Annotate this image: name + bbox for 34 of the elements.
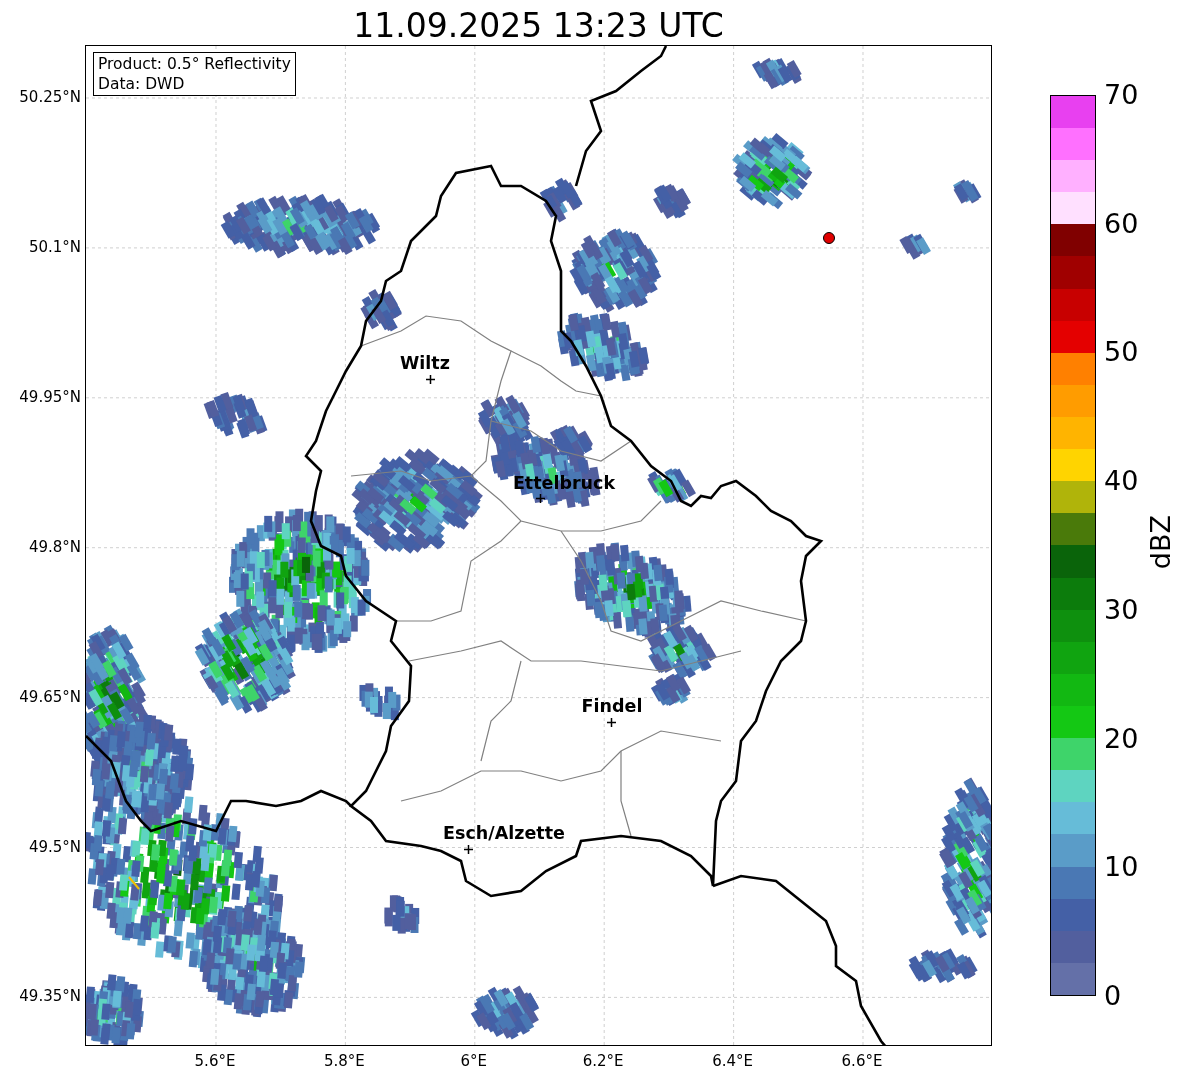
city-marker-icon [606,717,616,727]
colorbar-label: dBZ [1145,515,1177,570]
latitude-label: 49.8°N [28,537,81,556]
info-text: Data: DWD [98,74,186,94]
latitude-label: 49.35°N [19,987,81,1006]
city-marker-icon [463,844,473,854]
latitude-label: 49.5°N [28,837,81,856]
chart-title: 11.09.2025 13:23 UTC [352,5,725,47]
longitude-label: 6.6°E [841,1052,883,1070]
latitude-label: 49.95°N [19,387,81,406]
longitude-label: 6.4°E [712,1052,753,1070]
city-marker-icon [535,493,545,503]
colorbar-tick-label: 30 [1104,594,1139,625]
radar-site-marker [823,232,835,244]
colorbar-tick-label: 50 [1104,337,1139,368]
echo-streak [128,876,140,890]
city-label: Wiltz [400,352,450,374]
longitude-label: 5.6°E [194,1052,236,1070]
city-label: Esch/Alzette [443,822,565,844]
colorbar-tick-label: 70 [1104,80,1139,110]
latitude-label: 50.25°N [19,88,81,106]
colorbar-tick-label: 40 [1104,466,1139,497]
latitude-label: 50.1°N [28,237,81,256]
city-marker-icon [425,374,435,384]
colorbar-tick-label: 0 [1104,981,1122,1011]
longitude-label: 6°E [460,1052,488,1070]
longitude-label: 6.2°E [582,1052,624,1070]
city-label: Findel [581,695,643,717]
longitude-label: 5.8°E [323,1052,365,1070]
latitude-label: 49.65°N [19,687,81,706]
colorbar-tick-label: 20 [1104,723,1139,754]
info-text: Product: 0.5° Reflectivity [98,54,291,74]
colorbar-tick-label: 60 [1104,208,1139,239]
colorbar-tick-label: 10 [1104,852,1139,883]
